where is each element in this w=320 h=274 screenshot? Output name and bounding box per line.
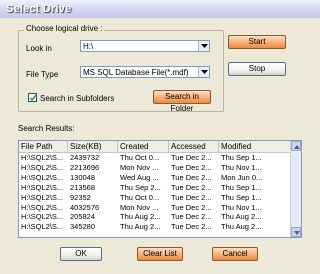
modified-cell: Thu Nov 1... [221,162,262,172]
accessed-cell: Tue Dec 2... [171,153,212,162]
modified-cell: Thu Aug 2... [221,222,262,232]
choose-drive-group-label: Choose logical drive : [24,24,105,33]
file-path-cell: H:\SQL2\S... [21,182,64,192]
accessed-cell: Tue Dec 2... [171,222,212,232]
created-cell: Thu Oct 0... [120,153,160,162]
accessed-cell: Tue Dec 2... [171,212,212,222]
accessed-cell: Tue Dec 2... [171,162,212,172]
table-row[interactable]: H:\SQL2\S... 213568 Thu Sep 2... Tue Dec 2.… [19,183,291,192]
table-row[interactable]: H:\SQL2\S... 2439732 Thu Oct 0... Tue Dec 2… [19,153,291,162]
table-row[interactable]: H:\SQL2\S... 205824 Thu Aug 2... Tue Dec 2.… [19,212,291,221]
size-cell: 345280 [70,222,96,232]
table-row[interactable]: H:\SQL2\S... 4032576 Mon Nov ... Tue Dec 2.… [19,203,291,212]
table-header: File Path Size(KB) Created Accessed Modi… [19,141,291,153]
results-vertical-scrollbar[interactable] [290,141,301,237]
cancel-button[interactable]: Cancel [212,247,258,261]
created-cell: Mon Nov ... [120,202,159,212]
window-title: Select Drive [6,3,72,15]
file-path-cell: H:\SQL2\S... [21,212,64,222]
column-header-accessed[interactable]: Accessed [169,141,219,152]
modified-cell: Thu Sep 1... [221,182,262,192]
size-cell: 205824 [70,212,96,222]
look-in-value: H:\ [83,42,94,51]
file-path-cell: H:\SQL2\S... [21,202,64,212]
chevron-up-icon [294,145,300,149]
file-type-combo[interactable]: MS SQL Database File(*.mdf) [80,66,210,78]
file-path-cell: H:\SQL2\S... [21,162,64,172]
clear-list-button[interactable]: Clear List [137,247,183,261]
column-header-modified[interactable]: Modified [219,141,291,152]
accessed-cell: Tue Dec 2... [171,182,212,192]
column-header-created[interactable]: Created [118,141,169,152]
created-cell: Wed Aug ... [120,172,159,182]
table-row[interactable]: H:\SQL2\S... 345280 Thu Aug 2... Tue Dec 2.… [19,222,291,231]
search-results-label: Search Results: [18,124,75,133]
file-type-label: File Type [26,70,59,79]
file-path-cell: H:\SQL2\S... [21,172,64,182]
file-path-cell: H:\SQL2\S... [21,192,64,202]
file-path-cell: H:\SQL2\S... [21,222,64,232]
search-subfolders-label: Search in Subfolders [40,94,115,103]
table-row[interactable]: H:\SQL2\S... 2213696 Mon Nov ... Tue Dec 2.… [19,163,291,172]
created-cell: Mon Nov ... [120,162,159,172]
file-path-cell: H:\SQL2\S... [21,153,64,162]
look-in-dropdown-button[interactable] [198,41,209,51]
chevron-down-icon [201,44,208,48]
chevron-down-icon [294,231,300,235]
accessed-cell: Tue Dec 2... [171,202,212,212]
file-type-value: MS SQL Database File(*.mdf) [83,68,189,77]
size-cell: 213568 [70,182,96,192]
modified-cell: Thu Sep 1... [221,153,262,162]
created-cell: Thu Aug 2... [120,212,161,222]
stop-button[interactable]: Stop [228,62,286,76]
ok-button[interactable]: OK [60,247,102,261]
scroll-track[interactable] [291,152,301,226]
accessed-cell: Tue Dec 2... [171,192,212,202]
search-results-table[interactable]: File Path Size(KB) Created Accessed Modi… [18,140,302,238]
column-header-size[interactable]: Size(KB) [68,141,118,152]
column-header-file-path[interactable]: File Path [19,141,68,152]
look-in-label: Look in [26,44,52,53]
size-cell: 4032576 [70,202,100,212]
created-cell: Thu Aug 2... [120,222,161,232]
scroll-up-button[interactable] [291,141,301,151]
table-row[interactable]: H:\SQL2\S... 92352 Thu Oct 0... Tue Dec 2..… [19,193,291,202]
table-row[interactable]: H:\SQL2\S... 130048 Wed Aug ... Tue Dec 2..… [19,173,291,182]
modified-cell: Thu Nov 1... [221,202,262,212]
checkmark-icon [29,94,37,102]
size-cell: 2213696 [70,162,100,172]
modified-cell: Mon Jun 0... [221,172,263,182]
created-cell: Thu Oct 0... [120,192,160,202]
modified-cell: Thu Aug 2... [221,212,262,222]
title-bar[interactable]: Select Drive [0,0,320,19]
file-type-dropdown-button[interactable] [198,67,209,77]
size-cell: 92352 [70,192,91,202]
size-cell: 130048 [70,172,96,182]
dialog-body: Choose logical drive : Look in H:\ File … [0,18,320,274]
size-cell: 2439732 [70,153,100,162]
created-cell: Thu Sep 2... [120,182,161,192]
search-in-folder-button[interactable]: Search in Folder [153,90,211,113]
accessed-cell: Tue Dec 2... [171,172,212,182]
modified-cell: Thu Sep 1... [221,192,262,202]
start-button[interactable]: Start [228,35,286,49]
select-drive-window: Select Drive Choose logical drive : Look… [0,0,320,274]
chevron-down-icon [201,70,208,74]
search-subfolders-checkbox[interactable] [28,93,37,102]
look-in-combo[interactable]: H:\ [80,40,210,52]
scroll-down-button[interactable] [291,227,301,237]
